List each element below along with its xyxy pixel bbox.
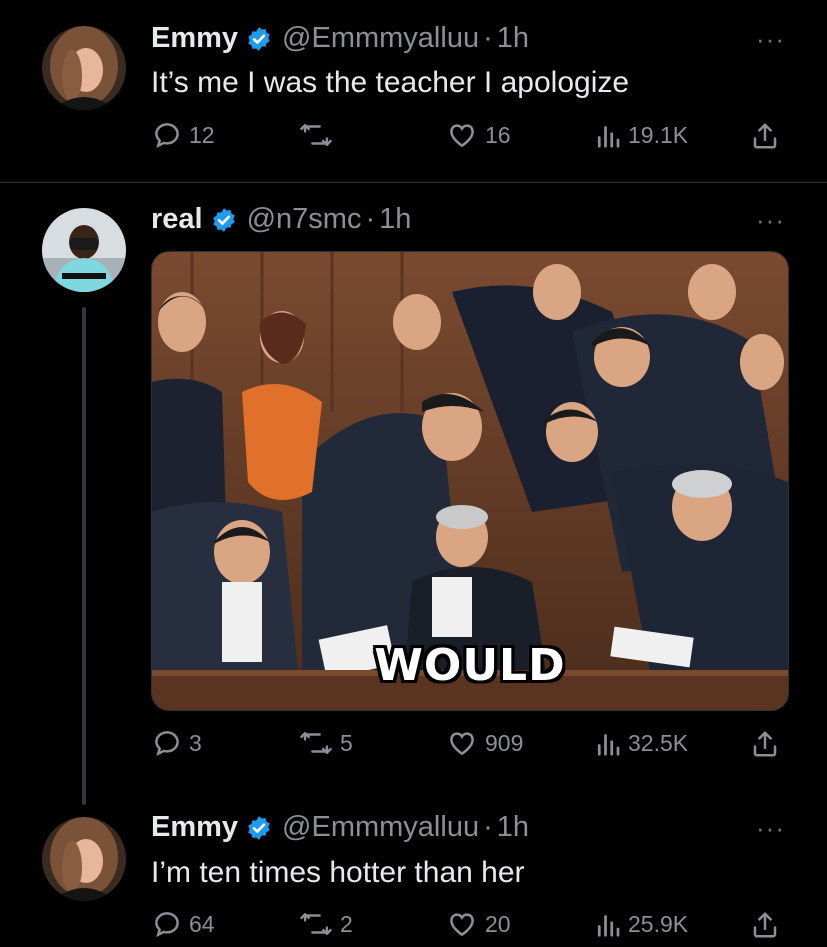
user-handle[interactable]: @n7smc (247, 203, 362, 236)
timestamp[interactable]: 1h (379, 203, 411, 236)
heart-icon (450, 732, 474, 756)
share-button[interactable] (750, 909, 780, 941)
tweet-header: Emmy @Emmmyalluu · 1h (151, 811, 529, 844)
views-button[interactable]: 32.5K (595, 728, 688, 758)
tweet-header: real @n7smc · 1h (151, 203, 411, 236)
more-options-icon[interactable]: ··· (756, 205, 785, 236)
tweet-header: Emmy @Emmmyalluu · 1h (151, 22, 529, 55)
share-icon (753, 912, 777, 938)
tweet-media-image[interactable]: WOULD (151, 251, 789, 711)
display-name[interactable]: real (151, 203, 203, 236)
view-count: 32.5K (628, 729, 689, 756)
user-handle[interactable]: @Emmmyalluu (282, 22, 479, 55)
like-button[interactable]: 909 (446, 728, 523, 758)
separator-dot: · (483, 22, 493, 54)
share-button[interactable] (750, 120, 780, 152)
more-options-icon[interactable]: ··· (756, 24, 785, 55)
share-icon (753, 731, 777, 757)
heart-icon (450, 124, 474, 148)
verified-badge-icon (248, 26, 270, 51)
like-button[interactable]: 16 (446, 120, 511, 150)
reply-button[interactable]: 12 (152, 120, 215, 150)
views-button[interactable]: 25.9K (595, 909, 688, 939)
reply-icon (155, 912, 179, 938)
views-icon (597, 915, 620, 937)
views-button[interactable]: 19.1K (595, 120, 688, 150)
tweet-3[interactable]: Emmy @Emmmyalluu · 1h ··· I’m ten times … (0, 805, 827, 947)
timestamp[interactable]: 1h (497, 811, 529, 844)
views-icon (597, 734, 620, 756)
separator-dot: · (365, 203, 376, 235)
like-button[interactable]: 20 (446, 909, 511, 939)
timestamp[interactable]: 1h (497, 22, 529, 55)
view-count: 19.1K (628, 121, 689, 148)
reply-count: 3 (189, 729, 202, 756)
repost-icon (300, 913, 332, 935)
share-button[interactable] (750, 728, 780, 760)
media-caption: WOULD (374, 640, 566, 691)
reply-icon (155, 123, 179, 149)
avatar[interactable] (42, 208, 126, 292)
tweet-actions: 64 2 20 25.9K (0, 909, 827, 943)
tweet-actions: 12 16 19.1K (0, 120, 827, 154)
separator-dot: · (483, 811, 493, 843)
display-name[interactable]: Emmy (151, 22, 238, 55)
heart-icon (450, 913, 474, 937)
repost-icon (300, 732, 332, 754)
reply-button[interactable]: 64 (152, 909, 215, 939)
tweet-1[interactable]: Emmy @Emmmyalluu · 1h ··· It’s me I was … (0, 0, 827, 182)
user-handle[interactable]: @Emmmyalluu (282, 811, 479, 844)
more-options-icon[interactable]: ··· (756, 813, 785, 844)
repost-count: 2 (340, 910, 353, 937)
view-count: 25.9K (628, 910, 689, 937)
repost-button[interactable]: 2 (299, 909, 353, 939)
tweet-text: It’s me I was the teacher I apologize (151, 66, 630, 99)
like-count: 20 (485, 910, 511, 937)
tweet-text: I’m ten times hotter than her (151, 856, 525, 889)
views-icon (597, 126, 620, 148)
verified-badge-icon (248, 815, 270, 840)
tweet-2[interactable]: real @n7smc · 1h ··· WOULD 3 5 909 32.5K (0, 183, 827, 805)
tweet-actions: 3 5 909 32.5K (0, 728, 827, 762)
repost-button[interactable] (299, 120, 340, 150)
verified-badge-icon (212, 207, 235, 232)
reply-count: 12 (189, 121, 215, 148)
like-count: 909 (485, 729, 524, 756)
display-name[interactable]: Emmy (151, 811, 238, 844)
reply-count: 64 (189, 910, 215, 937)
avatar[interactable] (42, 26, 126, 110)
repost-button[interactable]: 5 (299, 728, 353, 758)
reply-button[interactable]: 3 (152, 728, 202, 758)
repost-count: 5 (340, 729, 353, 756)
reply-icon (155, 731, 179, 757)
repost-icon (300, 124, 332, 146)
avatar[interactable] (42, 817, 126, 901)
share-icon (753, 123, 777, 149)
like-count: 16 (485, 121, 511, 148)
